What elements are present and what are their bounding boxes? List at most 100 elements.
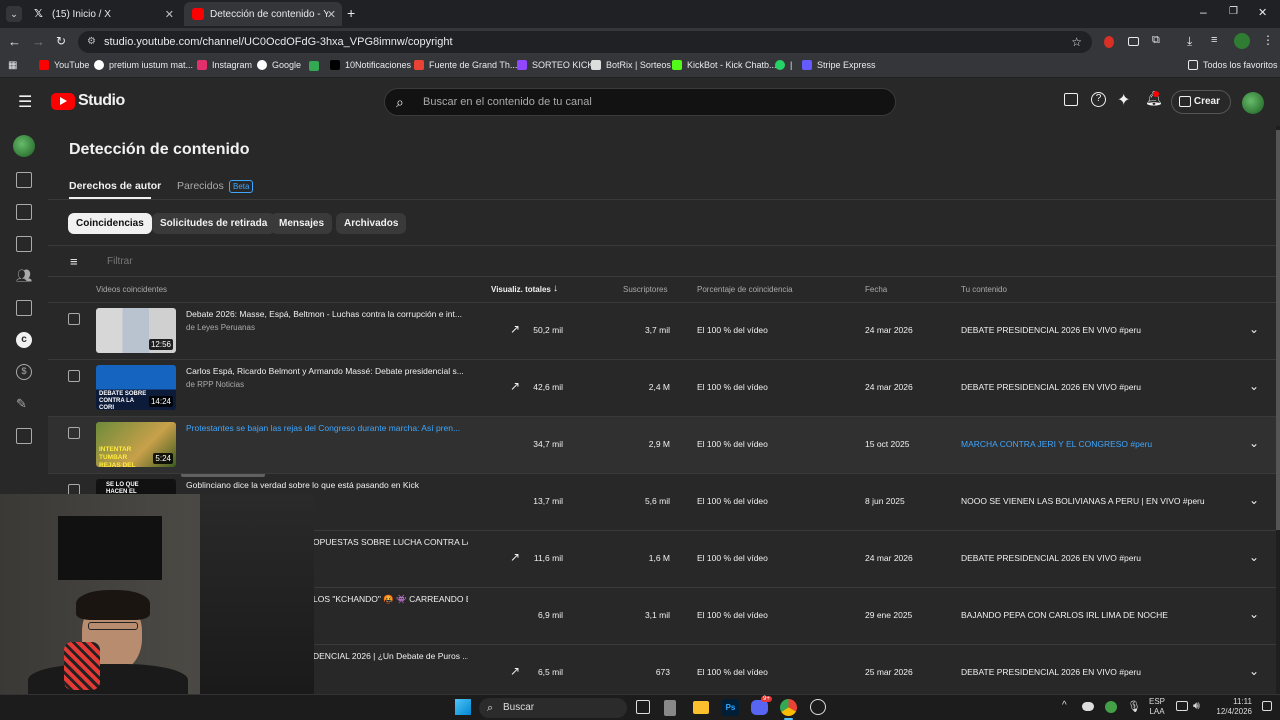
network-icon[interactable] <box>1176 701 1188 711</box>
chip-messages[interactable]: Mensajes <box>271 213 333 234</box>
tray-app-icon[interactable] <box>1105 701 1117 713</box>
your-content-link[interactable]: DEBATE PRESIDENCIAL 2026 EN VIVO #peru <box>961 325 1231 335</box>
bookmark-pretium[interactable]: pretium iustum mat... <box>94 60 193 70</box>
row-checkbox[interactable] <box>68 313 80 325</box>
download-icon[interactable]: ⤓ <box>1187 34 1192 49</box>
forward-icon[interactable]: → <box>32 34 45 49</box>
chevron-down-icon[interactable]: ⌄ <box>1249 664 1259 678</box>
video-title[interactable]: OPUESTAS SOBRE LUCHA CONTRA LA... <box>313 537 468 547</box>
tab-x-home[interactable]: 𝕏 (15) Inicio / X ✕ <box>26 2 180 26</box>
video-thumbnail[interactable]: DEBATE SOBRE CONTRA LA CORI 14:24 <box>96 365 176 410</box>
chevron-down-icon[interactable]: ⌄ <box>1249 493 1259 507</box>
chevron-down-icon[interactable]: ⌄ <box>1249 550 1259 564</box>
profile-avatar[interactable] <box>1234 33 1250 49</box>
video-title[interactable]: LOS "KCHANDO" 🤬 👾 CARREANDO E... <box>313 594 468 605</box>
extensions-puzzle-icon[interactable]: ⧉ <box>1152 34 1160 47</box>
help-icon[interactable]: ? <box>1091 92 1106 107</box>
chevron-down-icon[interactable]: ⌄ <box>1249 607 1259 621</box>
bookmark-stripe[interactable]: Stripe Express <box>802 60 876 70</box>
notification-center-icon[interactable] <box>1262 701 1272 711</box>
chrome-icon[interactable] <box>780 699 797 716</box>
close-tab-icon[interactable]: ✕ <box>165 8 174 21</box>
back-icon[interactable]: ← <box>8 34 21 49</box>
apps-grid-icon[interactable]: ▦ <box>8 60 17 71</box>
site-info-icon[interactable]: ⚙ <box>87 31 96 53</box>
chip-removal-requests[interactable]: Solicitudes de retirada <box>152 213 276 234</box>
sort-down-icon[interactable]: ↓ <box>553 283 558 294</box>
customization-icon[interactable]: ✎ <box>16 396 32 412</box>
minimize-icon[interactable]: – <box>1200 5 1207 19</box>
bookmark-fuente-gta[interactable]: Fuente de Grand Th... <box>414 60 517 70</box>
chevron-down-icon[interactable]: ⌄ <box>1249 322 1259 336</box>
new-tab-icon[interactable]: + <box>347 5 355 21</box>
content-icon[interactable] <box>16 204 32 220</box>
bookmark-youtube[interactable]: YouTube <box>39 60 89 70</box>
copyright-icon[interactable]: c <box>16 332 32 348</box>
channel-search-input[interactable]: ⌕ Buscar en el contenido de tu canal <box>384 88 896 116</box>
dashboard-icon[interactable] <box>16 172 32 188</box>
close-tab-icon[interactable]: ✕ <box>327 8 336 21</box>
video-title[interactable]: Debate 2026: Masse, Espá, Beltmon - Luch… <box>186 309 468 319</box>
bookmark-instagram[interactable]: Instagram <box>197 60 252 70</box>
app-icon-2[interactable] <box>810 699 826 715</box>
scrollbar-thumb[interactable] <box>1276 130 1280 530</box>
tab-likeness[interactable]: Parecidos <box>177 180 224 192</box>
tray-microphone-icon[interactable]: 🎙︎ <box>1127 700 1141 713</box>
filter-input[interactable]: Filtrar <box>107 256 133 267</box>
url-field[interactable]: ⚙ studio.youtube.com/channel/UC0OcdOFdG-… <box>78 31 1092 53</box>
close-window-icon[interactable]: ✕ <box>1258 6 1267 19</box>
messages-icon[interactable] <box>1064 93 1078 106</box>
all-bookmarks[interactable]: Todos los favoritos <box>1188 60 1278 70</box>
tab-copyright[interactable]: Derechos de autor <box>69 180 161 192</box>
community-icon[interactable]: 👥︎ <box>16 268 33 284</box>
video-title[interactable]: DENCIAL 2026 | ¿Un Debate de Puros ... <box>313 651 468 661</box>
sparkle-icon[interactable]: ✦ <box>1117 90 1130 110</box>
video-thumbnail[interactable]: 12:56 <box>96 308 176 353</box>
bookmark-whatsapp[interactable]: | <box>775 60 792 70</box>
bookmark-google[interactable]: Google <box>257 60 301 70</box>
subtitles-icon[interactable] <box>16 300 32 316</box>
video-thumbnail[interactable]: INTENTAR TUMBAR REJAS DEL CONC 5:24 <box>96 422 176 467</box>
row-checkbox[interactable] <box>68 370 80 382</box>
restore-icon[interactable]: ❐ <box>1229 6 1238 17</box>
clock[interactable]: 11:11 12/4/2026 <box>1212 697 1252 717</box>
media-queue-icon[interactable]: ≡ <box>1211 34 1217 46</box>
your-content-link[interactable]: MARCHA CONTRA JERI Y EL CONGRESO #peru <box>961 439 1231 449</box>
bookmark-10notificaciones[interactable]: 10Notificaciones <box>330 60 411 70</box>
chevron-down-icon[interactable]: ⌄ <box>1249 379 1259 393</box>
taskbar-search[interactable]: ⌕ Buscar <box>479 698 627 718</box>
your-content-link[interactable]: DEBATE PRESIDENCIAL 2026 EN VIVO #peru <box>961 553 1231 563</box>
file-explorer-icon[interactable] <box>693 701 709 714</box>
tray-chevron-icon[interactable]: ^ <box>1062 700 1067 711</box>
windows-start-icon[interactable] <box>455 699 471 715</box>
video-title[interactable]: Goblinciano dice la verdad sobre lo que … <box>186 480 468 490</box>
reload-icon[interactable]: ↻ <box>56 34 66 48</box>
video-title[interactable]: Protestantes se bajan las rejas del Cong… <box>186 423 468 433</box>
create-button[interactable]: Crear <box>1171 90 1231 114</box>
audio-library-icon[interactable] <box>16 428 32 444</box>
extension-icon[interactable] <box>1128 37 1139 46</box>
bookmark-icon-only[interactable] <box>309 61 319 71</box>
browser-menu-icon[interactable]: ⋮ <box>1262 33 1274 47</box>
chip-archived[interactable]: Archivados <box>336 213 407 234</box>
sidebar-channel-avatar[interactable] <box>13 135 35 157</box>
volume-icon[interactable]: 🔊︎ <box>1193 700 1200 713</box>
language-indicator[interactable]: ESP LAA <box>1149 697 1165 717</box>
your-content-link[interactable]: NOOO SE VIENEN LAS BOLIVIANAS A PERU | E… <box>961 496 1231 506</box>
video-title[interactable]: Carlos Espá, Ricardo Belmont y Armando M… <box>186 366 468 376</box>
studio-logo[interactable]: Studio <box>51 92 125 110</box>
row-checkbox[interactable] <box>68 427 80 439</box>
your-content-link[interactable]: DEBATE PRESIDENCIAL 2026 EN VIVO #peru <box>961 382 1231 392</box>
bookmark-star-icon[interactable]: ☆ <box>1071 31 1082 53</box>
channel-avatar[interactable] <box>1242 92 1264 114</box>
tray-cloud-icon[interactable] <box>1082 702 1094 711</box>
your-content-link[interactable]: DEBATE PRESIDENCIAL 2026 EN VIVO #peru <box>961 667 1231 677</box>
chevron-down-icon[interactable]: ⌄ <box>1249 436 1259 450</box>
extension-red-icon[interactable] <box>1104 36 1114 48</box>
hamburger-menu-icon[interactable]: ☰ <box>18 92 32 112</box>
discord-icon[interactable] <box>751 700 768 715</box>
tab-youtube-studio[interactable]: Detección de contenido - YouTu ✕ <box>184 2 342 26</box>
analytics-icon[interactable] <box>16 236 32 252</box>
monetization-icon[interactable]: $ <box>16 364 32 380</box>
bookmark-botrix[interactable]: BotRix | Sorteos <box>591 60 671 70</box>
